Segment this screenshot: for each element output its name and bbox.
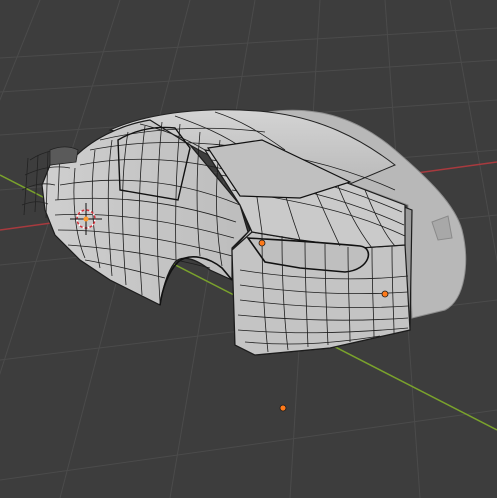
origin-point[interactable] bbox=[279, 404, 287, 412]
origin-point[interactable] bbox=[381, 290, 389, 298]
origin-point[interactable] bbox=[258, 239, 266, 247]
3d-viewport[interactable] bbox=[0, 0, 497, 498]
car-body-mesh[interactable] bbox=[21, 109, 467, 356]
